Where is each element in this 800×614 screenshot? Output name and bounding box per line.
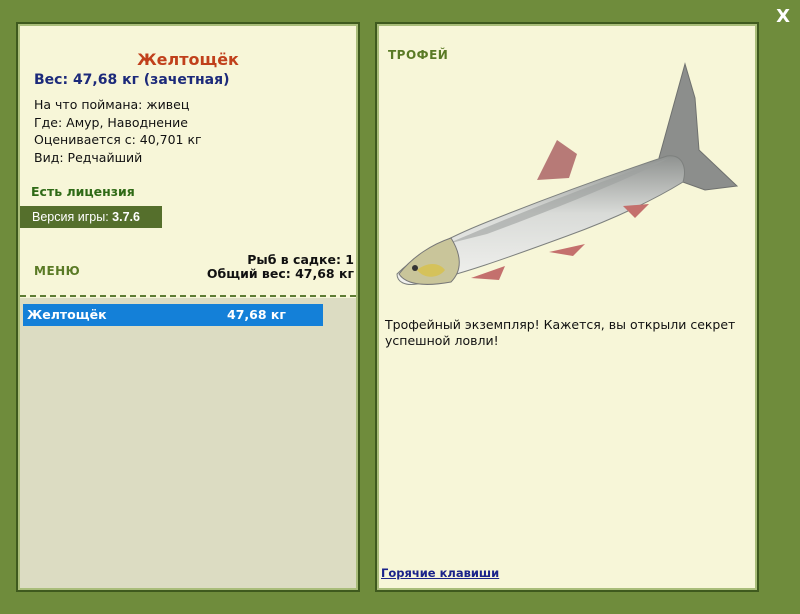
- list-item-name: Желтощёк: [27, 307, 107, 322]
- bait-info: На что поймана: живец: [34, 97, 190, 112]
- divider: [20, 295, 356, 297]
- version-label: Версия игры:: [32, 210, 109, 224]
- fish-weight: Вес: 47,68 кг (зачетная): [34, 72, 230, 88]
- catch-info: На что поймана: живец Где: Амур, Наводне…: [34, 96, 202, 166]
- trophy-panel: ТРОФЕЙ Трофейный экземпляр! Кажется, вы …: [375, 22, 759, 592]
- version-value: 3.7.6: [112, 210, 140, 224]
- rarity-info: Вид: Редчайший: [34, 149, 143, 165]
- fish-count: Рыб в садке: 1: [247, 252, 354, 267]
- catch-panel: Желтощёк Вес: 47,68 кг (зачетная) На что…: [16, 22, 360, 592]
- fish-illustration: [396, 62, 739, 285]
- fish-name: Желтощёк: [137, 50, 239, 69]
- trophy-description: Трофейный экземпляр! Кажется, вы открыли…: [385, 317, 736, 348]
- threshold-info: Оценивается с: 40,701 кг: [34, 132, 202, 147]
- close-icon[interactable]: X: [776, 6, 790, 27]
- location-info: Где: Амур, Наводнение: [34, 114, 188, 130]
- total-weight: Общий вес: 47,68 кг: [206, 266, 354, 281]
- hotkeys-link[interactable]: Горячие клавиши: [381, 566, 499, 580]
- keepnet-list: Желтощёк 47,68 кг: [20, 298, 356, 588]
- list-item[interactable]: Желтощёк 47,68 кг: [23, 304, 323, 326]
- keepnet-stats: Рыб в садке: 1 Общий вес: 47,68 кг: [207, 253, 354, 281]
- game-window: X Желтощёк Вес: 47,68 кг (зачетная) На ч…: [0, 0, 800, 614]
- license-status: Есть лицензия: [31, 184, 135, 199]
- list-item-weight: 47,68 кг: [227, 307, 286, 322]
- menu-button[interactable]: МЕНЮ: [34, 264, 80, 278]
- version-badge: Версия игры: 3.7.6: [20, 206, 162, 228]
